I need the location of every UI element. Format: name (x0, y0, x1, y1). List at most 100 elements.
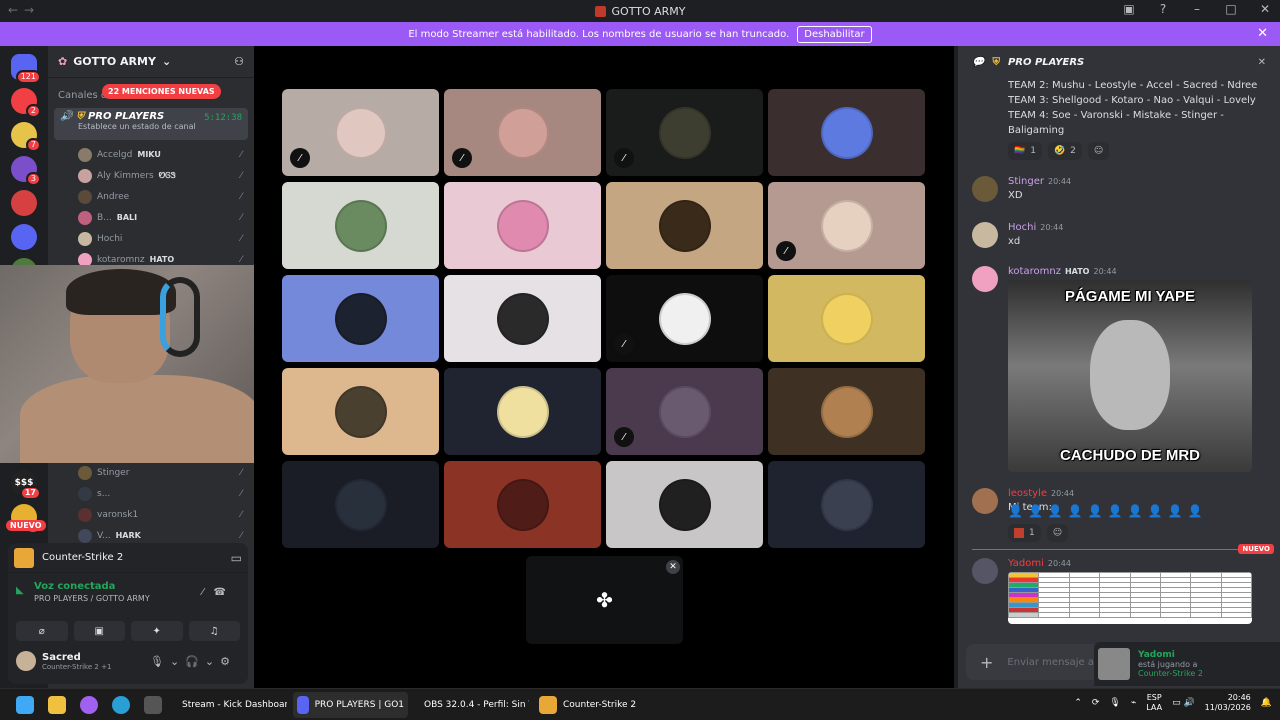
participant-tile[interactable] (282, 275, 439, 362)
taskbar-app[interactable]: Counter-Strike 2 (535, 692, 650, 718)
disable-streamer-button[interactable]: Deshabilitar (797, 25, 872, 43)
voice-user[interactable]: Aly Kimmers ᏬᎶᏕ ⁄ (48, 165, 254, 186)
voice-user[interactable]: s... ⁄ (48, 483, 254, 504)
add-reaction-icon[interactable]: ☺ (1046, 524, 1069, 542)
meme-image[interactable]: PÁGAME MI YAPE CACHUDO DE MRD (1008, 280, 1252, 472)
minimize-button[interactable]: – (1190, 2, 1204, 16)
message-author[interactable]: Hochi (1008, 222, 1036, 233)
plus-icon[interactable]: + (980, 653, 993, 672)
activity-launcher[interactable]: ✤ (526, 556, 683, 644)
activity-row[interactable]: Counter-Strike 2 ▭ (8, 543, 248, 573)
soundboard-button[interactable]: ♫ (188, 621, 240, 641)
close-activity-icon[interactable]: ✕ (666, 560, 680, 574)
voice-user[interactable]: Hochi ⁄ (48, 228, 254, 249)
new-tag: NUEVO (1238, 544, 1274, 554)
voice-user[interactable]: varonsk1 ⁄ (48, 504, 254, 525)
avatar[interactable] (972, 488, 998, 514)
participant-tile[interactable] (444, 368, 601, 455)
channel-status[interactable]: Establece un estado de canal (78, 122, 242, 131)
copilot-icon[interactable] (76, 692, 102, 718)
participant-tile[interactable] (606, 461, 763, 548)
clock[interactable]: 20:46 11/03/2026 (1205, 693, 1251, 713)
edge-icon[interactable] (108, 692, 134, 718)
participant-tile[interactable] (768, 461, 925, 548)
stream-game-icon[interactable]: ▭ (231, 551, 242, 565)
taskbar-app[interactable]: OBS 32.0.4 - Perfil: Sin T (414, 692, 529, 718)
start-button[interactable] (12, 692, 38, 718)
help-icon[interactable]: ? (1156, 2, 1170, 16)
participant-tile[interactable] (444, 461, 601, 548)
voice-channel-pro-players[interactable]: 🔊 ⛨ PRO PLAYERS 5:12:38 Establece un est… (54, 108, 248, 140)
close-chat-icon[interactable]: ✕ (1258, 57, 1266, 68)
server-header[interactable]: ✿ GOTTO ARMY ⌄ ⚇ (48, 46, 254, 78)
user-row[interactable]: Sacred Counter-Strike 2 +1 🎙⌄🎧⌄⚙ (8, 641, 248, 671)
reaction-rainbow[interactable]: 🏳️‍🌈 1 (1008, 142, 1042, 160)
participant-tile[interactable]: ⁄ (606, 89, 763, 176)
tray-wifi-volume-icon[interactable]: ▭ 🔊 (1172, 698, 1195, 708)
server-icon[interactable]: 7 (11, 122, 41, 152)
add-reaction-icon[interactable]: ☺ (1087, 142, 1110, 160)
notification-icon[interactable]: 🔔 (1261, 698, 1272, 708)
taskbar-app[interactable]: Stream - Kick Dashboar (172, 692, 287, 718)
participant-tile[interactable] (444, 275, 601, 362)
voice-user[interactable]: Accelgd MIKU ⁄ (48, 144, 254, 165)
avatar[interactable] (972, 266, 998, 292)
avatar[interactable] (972, 558, 998, 584)
participant-tile[interactable]: ⁄ (768, 182, 925, 269)
disconnect-controls[interactable]: ⁄☎ (202, 587, 236, 598)
reaction-leo[interactable]: 1 (1008, 524, 1041, 542)
home-button[interactable]: 121 (11, 54, 41, 84)
game-activity-toast[interactable]: Yadomi está jugando a Counter-Strike 2 (1094, 642, 1280, 686)
participant-tile[interactable] (282, 461, 439, 548)
server-icon[interactable] (11, 190, 37, 216)
participant-tile[interactable] (768, 89, 925, 176)
signal-icon[interactable]: ◣ (16, 585, 24, 596)
participant-tile[interactable] (282, 182, 439, 269)
avatar[interactable] (972, 176, 998, 202)
mic-headset-settings-icons[interactable]: 🎙⌄🎧⌄⚙ (150, 655, 236, 668)
participant-tile[interactable]: ⁄ (444, 89, 601, 176)
explorer-icon[interactable] (44, 692, 70, 718)
camera-off-button[interactable]: ⌀ (16, 621, 68, 641)
voice-user[interactable]: Andree ⁄ (48, 186, 254, 207)
maximize-button[interactable]: □ (1224, 2, 1238, 16)
message-author[interactable]: leostyle (1008, 488, 1047, 499)
avatar[interactable] (16, 651, 36, 671)
close-banner-icon[interactable]: ✕ (1257, 26, 1268, 41)
participant-tile[interactable]: ⁄ (282, 89, 439, 176)
participant-tile[interactable]: ⁄ (606, 275, 763, 362)
participant-tile[interactable] (768, 368, 925, 455)
participant-tile[interactable] (282, 368, 439, 455)
participant-tile[interactable] (606, 182, 763, 269)
reaction-laugh[interactable]: 🤣 2 (1047, 142, 1082, 160)
server-icon[interactable]: $$$ 17 (11, 470, 41, 500)
share-screen-button[interactable]: ▣ (73, 621, 125, 641)
activities-button[interactable]: ✦ (131, 621, 183, 641)
participant-tile[interactable] (444, 182, 601, 269)
inbox-icon[interactable]: ▣ (1122, 2, 1136, 16)
invite-icon[interactable]: ⚇ (234, 55, 244, 68)
close-window-button[interactable]: ✕ (1258, 2, 1272, 16)
store-icon[interactable] (140, 692, 166, 718)
participant-tile[interactable]: ⁄ (606, 368, 763, 455)
message-input[interactable]: Enviar mensaje a (1007, 657, 1094, 668)
tray-sync-icon[interactable]: ⟳ (1092, 698, 1100, 708)
tray-network-icon[interactable]: ⌁ (1131, 698, 1136, 708)
message-author[interactable]: Stinger (1008, 176, 1044, 187)
message-author[interactable]: kotaromnz (1008, 266, 1061, 277)
avatar[interactable] (972, 222, 998, 248)
tray-mic-icon[interactable]: 🎙 (1109, 698, 1120, 708)
voice-user[interactable]: B... BALI ⁄ (48, 207, 254, 228)
server-icon[interactable] (11, 224, 37, 250)
taskbar-app[interactable]: PRO PLAYERS | GO1 (293, 691, 408, 718)
server-icon[interactable]: 2 (11, 88, 41, 118)
participant-tile[interactable] (768, 275, 925, 362)
mentions-pill[interactable]: 22 MENCIONES NUEVAS (102, 84, 221, 99)
history-nav[interactable]: ←→ (8, 3, 40, 17)
tray-chevron-icon[interactable]: ⌃ (1074, 698, 1082, 708)
spreadsheet-image[interactable] (1008, 572, 1252, 624)
server-icon[interactable]: 3 (11, 156, 41, 186)
voice-user[interactable]: Stinger ⁄ (48, 462, 254, 483)
language-indicator[interactable]: ESP LAA (1146, 693, 1162, 713)
message-author[interactable]: Yadomi (1008, 558, 1044, 569)
